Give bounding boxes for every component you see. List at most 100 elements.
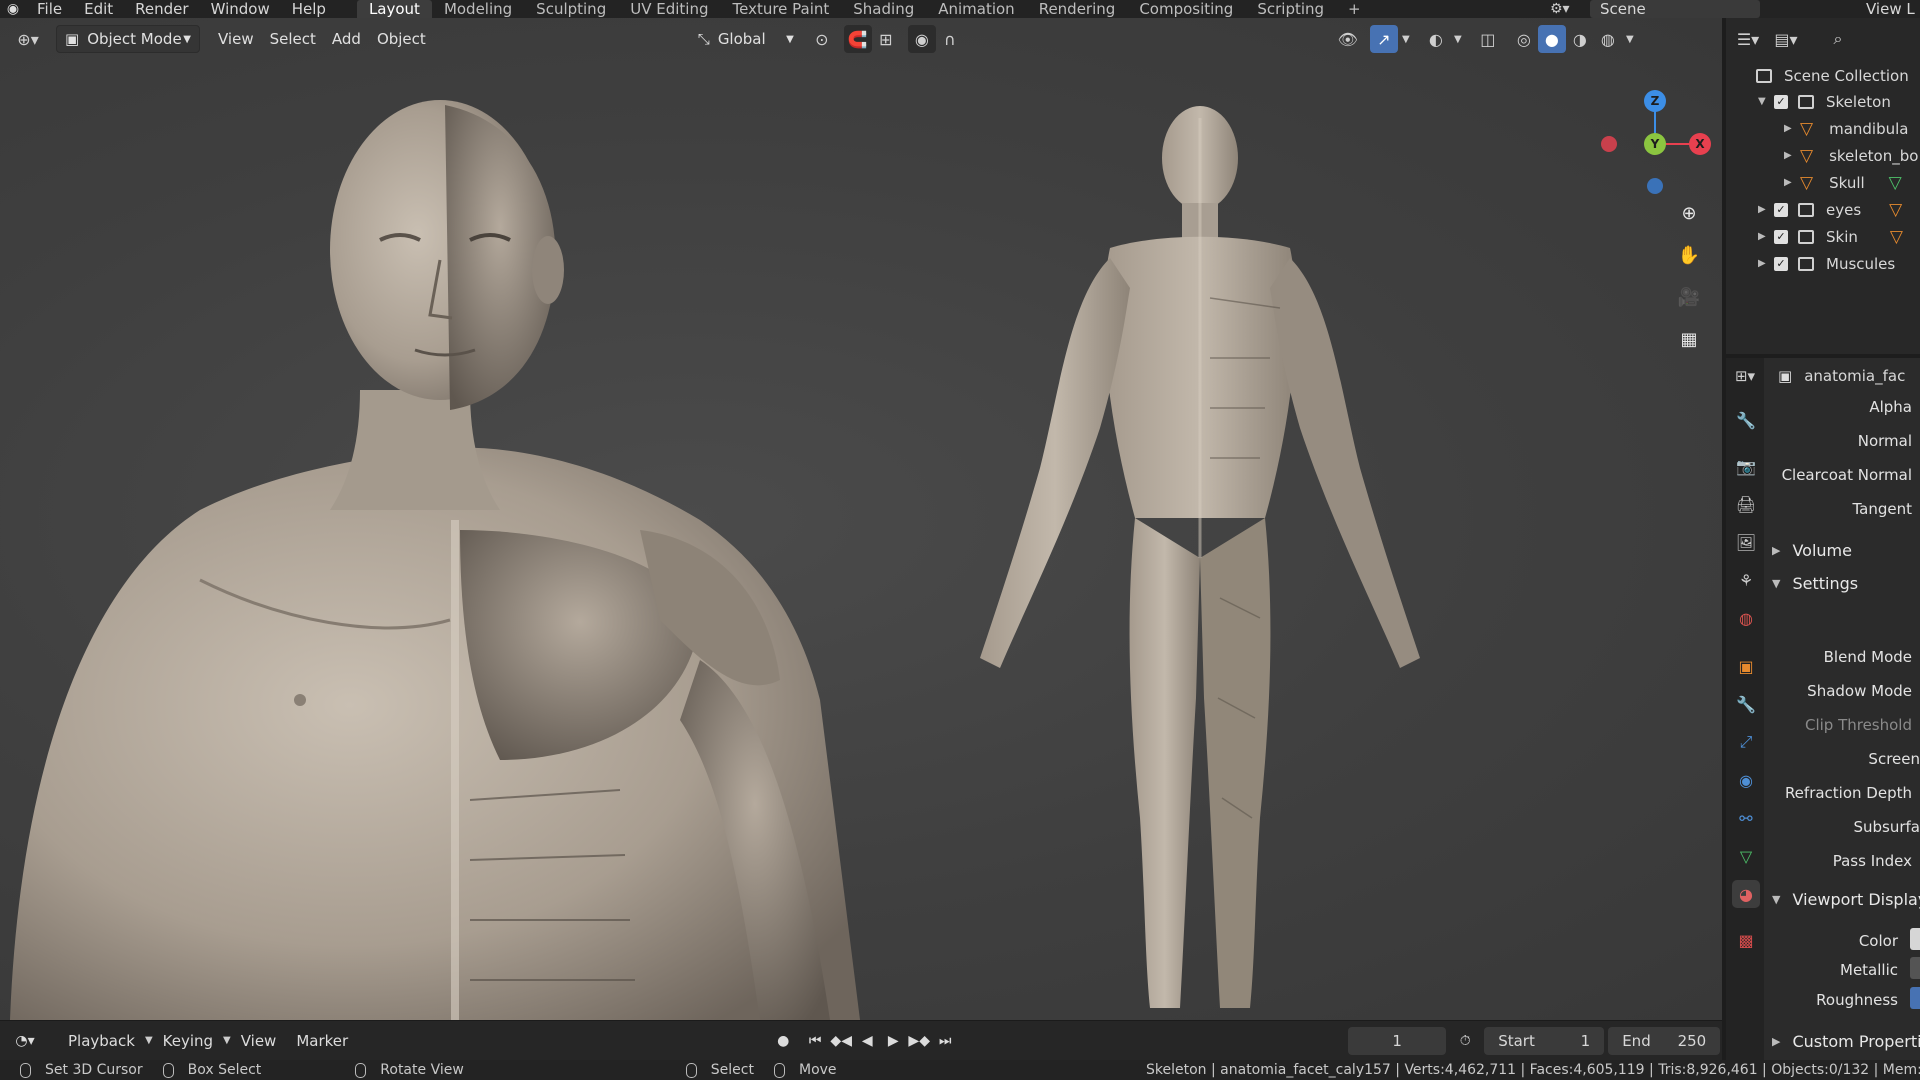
- constraints-tab-icon[interactable]: ⚯: [1732, 804, 1760, 832]
- output-tab-icon[interactable]: 🖨: [1732, 490, 1760, 518]
- menu-window[interactable]: Window: [200, 0, 281, 18]
- roughness-slider[interactable]: [1910, 987, 1920, 1009]
- render-tab-icon[interactable]: 📷: [1732, 452, 1760, 480]
- timeline-menu-view[interactable]: View: [231, 1032, 287, 1050]
- play-reverse-icon[interactable]: ◀: [854, 1028, 880, 1054]
- modifier-tab-icon[interactable]: 🔧: [1732, 690, 1760, 718]
- proportional-editing-icon[interactable]: ◉: [907, 25, 936, 53]
- play-icon[interactable]: ▶: [880, 1028, 906, 1054]
- transform-orientation-dropdown[interactable]: ⤡ Global ▼: [690, 25, 802, 53]
- stopwatch-icon[interactable]: ⏱: [1452, 1028, 1478, 1054]
- expand-arrow-icon[interactable]: ▶: [1758, 204, 1774, 215]
- tab-rendering[interactable]: Rendering: [1027, 0, 1128, 18]
- display-mode-icon[interactable]: ▤▾: [1772, 25, 1800, 53]
- expand-arrow-icon[interactable]: ▶: [1784, 123, 1800, 134]
- view-layer-tab-icon[interactable]: 🖼: [1732, 528, 1760, 556]
- outliner-row-muscules[interactable]: ▶ ✓ Muscules: [1758, 250, 1895, 277]
- falloff-icon[interactable]: ∩: [936, 25, 964, 53]
- scene-field[interactable]: Scene: [1590, 0, 1760, 18]
- object-tab-icon[interactable]: ▣: [1732, 652, 1760, 680]
- jump-end-icon[interactable]: ⏭: [932, 1028, 958, 1054]
- timeline-menu-marker[interactable]: Marker: [286, 1032, 358, 1050]
- visibility-icon[interactable]: 👁: [1334, 25, 1362, 53]
- tool-tab-icon[interactable]: 🔧: [1732, 406, 1760, 434]
- timeline-menu-keying[interactable]: Keying: [153, 1032, 223, 1050]
- 3d-viewport[interactable]: ⊕▾ ▣ Object Mode ▼ View Select Add Objec…: [0, 18, 1722, 1020]
- scene-selector-icon[interactable]: ⚙▾: [1550, 0, 1570, 18]
- texture-tab-icon[interactable]: ▩: [1732, 926, 1760, 954]
- scene-tab-icon[interactable]: ⚘: [1732, 566, 1760, 594]
- menu-render[interactable]: Render: [124, 0, 199, 18]
- rendered-shading-icon[interactable]: ◍: [1594, 25, 1622, 53]
- tab-layout[interactable]: Layout: [356, 0, 432, 18]
- particles-tab-icon[interactable]: ⤢: [1732, 728, 1760, 756]
- editor-type-icon[interactable]: ⊕▾: [14, 25, 42, 53]
- tab-scripting[interactable]: Scripting: [1245, 0, 1336, 18]
- outliner-row-skin[interactable]: ▶ ✓ Skin ▽: [1758, 223, 1919, 250]
- tab-animation[interactable]: Animation: [926, 0, 1026, 18]
- physics-tab-icon[interactable]: ◉: [1732, 766, 1760, 794]
- material-preview-icon[interactable]: ◑: [1566, 25, 1594, 53]
- viewport-menu-object[interactable]: Object: [369, 25, 434, 53]
- metallic-slider[interactable]: [1910, 957, 1920, 979]
- tab-shading[interactable]: Shading: [841, 0, 926, 18]
- outliner-row-eyes[interactable]: ▶ ✓ eyes ▽: [1758, 196, 1918, 223]
- view-layer-field[interactable]: View L: [1866, 0, 1915, 18]
- solid-shading-icon[interactable]: ●: [1537, 25, 1566, 53]
- material-name[interactable]: anatomia_fac: [1804, 367, 1905, 385]
- snap-target-icon[interactable]: ⊞: [872, 25, 900, 53]
- expand-arrow-icon[interactable]: ▶: [1784, 150, 1800, 161]
- world-tab-icon[interactable]: ◍: [1732, 604, 1760, 632]
- visibility-checkbox[interactable]: ✓: [1774, 94, 1788, 109]
- viewport-menu-view[interactable]: View: [210, 25, 262, 53]
- axis-neg-z-handle[interactable]: [1647, 178, 1663, 194]
- visibility-checkbox[interactable]: ✓: [1774, 202, 1788, 217]
- pan-hand-icon[interactable]: ✋: [1672, 238, 1706, 272]
- snap-icon[interactable]: 🧲: [843, 25, 872, 53]
- wireframe-shading-icon[interactable]: ◎: [1510, 25, 1538, 53]
- show-gizmo-icon[interactable]: ↗: [1369, 25, 1398, 53]
- pivot-point-icon[interactable]: ⊙: [808, 25, 836, 53]
- xray-icon[interactable]: ◫: [1474, 25, 1502, 53]
- start-frame-field[interactable]: Start 1: [1484, 1026, 1605, 1055]
- outliner-row-skeleton-bo[interactable]: ▶ ▽ skeleton_bo: [1784, 142, 1918, 169]
- editor-type-icon[interactable]: ⊞▾: [1726, 358, 1764, 394]
- menu-file[interactable]: File: [26, 0, 73, 18]
- outliner-row-mandibula[interactable]: ▶ ▽ mandibula: [1784, 115, 1908, 142]
- axis-y-handle[interactable]: Y: [1644, 133, 1666, 155]
- section-custom-properties[interactable]: ▶ Custom Properti: [1772, 1032, 1920, 1051]
- perspective-grid-icon[interactable]: ▦: [1672, 322, 1706, 356]
- section-viewport-display[interactable]: ▼ Viewport Display: [1772, 890, 1920, 909]
- timeline-menu-playback[interactable]: Playback: [58, 1032, 145, 1050]
- tab-sculpting[interactable]: Sculpting: [524, 0, 618, 18]
- tab-modeling[interactable]: Modeling: [432, 0, 524, 18]
- timeline-editor-icon[interactable]: ◔▾: [12, 1028, 38, 1054]
- axis-neg-x-handle[interactable]: [1601, 136, 1617, 152]
- menu-edit[interactable]: Edit: [73, 0, 124, 18]
- navigation-gizmo[interactable]: Z Y X: [1588, 74, 1722, 214]
- next-keyframe-icon[interactable]: ▶◆: [906, 1028, 932, 1054]
- expand-arrow-icon[interactable]: ▶: [1784, 177, 1800, 188]
- tab-uv-editing[interactable]: UV Editing: [618, 0, 720, 18]
- axis-x-handle[interactable]: X: [1689, 133, 1711, 155]
- search-icon[interactable]: ⌕: [1824, 25, 1852, 53]
- section-volume[interactable]: ▶ Volume: [1772, 541, 1852, 560]
- expand-arrow-icon[interactable]: ▼: [1758, 96, 1774, 107]
- chevron-down-icon[interactable]: ▼: [1622, 25, 1638, 53]
- scene-collection-row[interactable]: Scene Collection: [1756, 62, 1909, 89]
- chevron-down-icon[interactable]: ▼: [1450, 25, 1466, 53]
- add-workspace-button[interactable]: +: [1336, 0, 1373, 18]
- data-tab-icon[interactable]: ▽: [1732, 842, 1760, 870]
- color-swatch[interactable]: [1910, 928, 1920, 950]
- jump-start-icon[interactable]: ⏮: [802, 1028, 828, 1054]
- blender-logo-icon[interactable]: ◉: [0, 0, 26, 18]
- zoom-icon[interactable]: ⊕: [1672, 196, 1706, 230]
- prev-keyframe-icon[interactable]: ◆◀: [828, 1028, 854, 1054]
- viewport-menu-select[interactable]: Select: [262, 25, 324, 53]
- section-settings[interactable]: ▼ Settings: [1772, 574, 1858, 593]
- record-icon[interactable]: ●: [770, 1028, 796, 1054]
- overlays-icon[interactable]: ◐: [1422, 25, 1450, 53]
- end-frame-field[interactable]: End 250: [1608, 1026, 1721, 1055]
- visibility-checkbox[interactable]: ✓: [1774, 256, 1788, 271]
- viewport-menu-add[interactable]: Add: [324, 25, 369, 53]
